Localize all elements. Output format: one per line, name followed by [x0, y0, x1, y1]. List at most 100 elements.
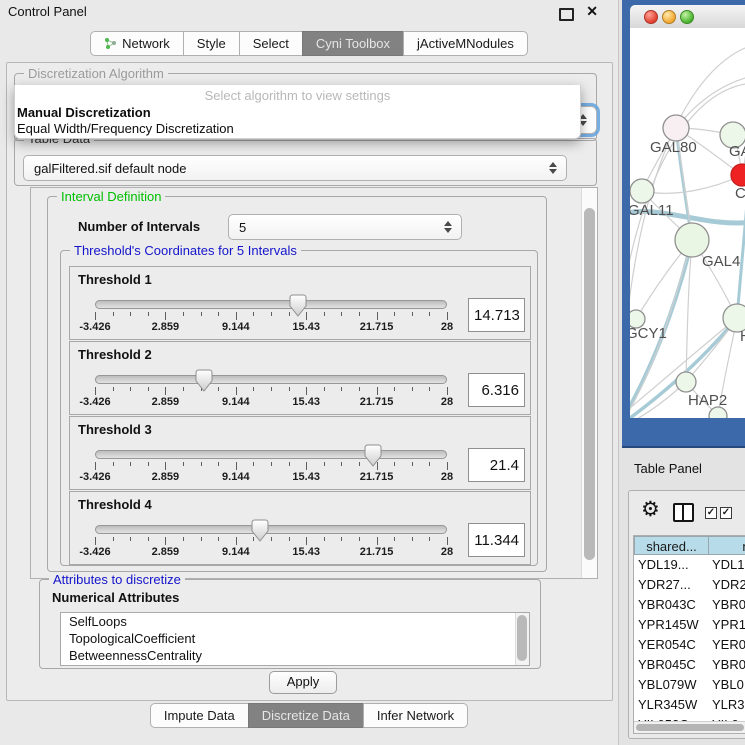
table-row[interactable]: YDR27...YDR2 — [634, 575, 745, 595]
tab-select[interactable]: Select — [239, 31, 303, 56]
threshold-slider[interactable]: -3.4262.8599.14415.4321.71528 — [95, 520, 447, 562]
slider-tick-labels: -3.4262.8599.14415.4321.71528 — [95, 471, 447, 483]
interval-definition-group: Interval Definition Number of Intervals … — [47, 196, 547, 572]
dropdown-option-equal-width-frequency[interactable]: Equal Width/Frequency Discretization — [15, 121, 582, 136]
threshold-slider[interactable]: -3.4262.8599.14415.4321.71528 — [95, 445, 447, 487]
close-icon[interactable]: ✕ — [586, 3, 598, 20]
table-cell: YPR145W — [634, 615, 708, 635]
slider-track[interactable] — [95, 375, 447, 384]
tab-network[interactable]: Network — [90, 31, 184, 56]
minimize-traffic-light-icon[interactable] — [662, 10, 676, 24]
slider-tick-labels: -3.4262.8599.14415.4321.71528 — [95, 546, 447, 558]
close-traffic-light-icon[interactable] — [644, 10, 658, 24]
table-data-group: Table Data galFiltered.sif default node — [14, 138, 597, 186]
tab-cyni-toolbox[interactable]: Cyni Toolbox — [302, 31, 404, 56]
node-label: GA — [729, 143, 745, 160]
group-title: Threshold's Coordinates for 5 Intervals — [70, 243, 301, 258]
network-node-gal80[interactable] — [663, 115, 689, 141]
threshold-value-field[interactable] — [468, 448, 525, 482]
slider-thumb[interactable] — [251, 519, 269, 542]
table-row[interactable]: YBR043CYBR0 — [634, 595, 745, 615]
network-canvas[interactable]: GAL80GACGAL11GAL4GCY1HHAP2 — [630, 28, 745, 418]
network-node-c[interactable] — [731, 164, 745, 186]
control-panel: Control Panel ✕ Network Style Select Cyn… — [0, 0, 619, 745]
network-node-gal4[interactable] — [675, 223, 709, 257]
table-cell: YLR345W — [634, 695, 708, 715]
network-node-gal11[interactable] — [630, 179, 654, 203]
list-vertical-scrollbar[interactable] — [515, 613, 529, 665]
node-label: H — [740, 328, 745, 345]
node-label: GAL80 — [650, 139, 697, 156]
tab-style[interactable]: Style — [183, 31, 240, 56]
network-svg: GAL80GACGAL11GAL4GCY1HHAP2 — [630, 28, 745, 418]
tab-discretize-data[interactable]: Discretize Data — [248, 703, 364, 728]
tab-jactivemnodules[interactable]: jActiveMNodules — [403, 31, 528, 56]
threshold-label: Threshold 3 — [78, 422, 152, 437]
scrollbar-thumb[interactable] — [636, 724, 744, 731]
table-cell: YBR045C — [634, 655, 708, 675]
group-title: Attributes to discretize — [49, 572, 185, 587]
attributes-to-discretize-group: Attributes to discretize Numerical Attri… — [39, 579, 541, 669]
slider-ticks — [95, 312, 447, 321]
threshold-value-field[interactable] — [468, 523, 525, 557]
float-window-icon[interactable] — [559, 8, 574, 21]
threshold-slider[interactable]: -3.4262.8599.14415.4321.71528 — [95, 370, 447, 412]
table-row[interactable]: YBR045CYBR0 — [634, 655, 745, 675]
threshold-slider[interactable]: -3.4262.8599.14415.4321.71528 — [95, 295, 447, 337]
network-icon — [104, 37, 117, 50]
scrollbar-thumb[interactable] — [517, 615, 527, 661]
zoom-traffic-light-icon[interactable] — [680, 10, 694, 24]
checked-box-icon[interactable]: ✓ — [720, 507, 732, 519]
number-of-intervals-combobox[interactable]: 5 — [228, 214, 462, 240]
table-row[interactable]: YER054CYER0 — [634, 635, 745, 655]
slider-track[interactable] — [95, 525, 447, 534]
list-item[interactable]: TopologicalCoefficient — [61, 630, 529, 647]
slider-thumb[interactable] — [195, 369, 213, 392]
column-header-shared-name[interactable]: shared... — [634, 536, 709, 555]
table-cell: YBL079W — [634, 675, 708, 695]
scrollbar-thumb[interactable] — [584, 208, 595, 560]
apply-button[interactable]: Apply — [269, 671, 337, 694]
combo-arrows-icon — [549, 161, 558, 175]
table-cell: YBR0 — [708, 595, 745, 615]
tab-label: Select — [253, 32, 289, 55]
slider-thumb[interactable] — [289, 294, 307, 317]
table-row[interactable]: YDL19...YDL1 — [634, 555, 745, 575]
network-node-hap2[interactable] — [676, 372, 696, 392]
threshold-value-field[interactable] — [468, 298, 525, 332]
tab-infer-network[interactable]: Infer Network — [363, 703, 468, 728]
table-cell: YBR0 — [708, 655, 745, 675]
network-window-titlebar[interactable] — [630, 5, 745, 29]
gear-icon[interactable]: ⚙ — [641, 499, 660, 520]
table-row[interactable]: YBL079WYBL0 — [634, 675, 745, 695]
list-item[interactable]: BetweennessCentrality — [61, 647, 529, 664]
attr-items-host: SelfLoopsTopologicalCoefficientBetweenne… — [61, 613, 529, 664]
threshold-panel: Threshold 4 -3.4262.8599.14415.4321.7152… — [69, 491, 531, 565]
slider-track[interactable] — [95, 300, 447, 309]
dropdown-option-manual-discretization[interactable]: Manual Discretization — [15, 105, 582, 120]
thresholds-coordinates-group: Threshold's Coordinates for 5 Intervals … — [60, 250, 538, 566]
tab-label: Network — [122, 32, 170, 55]
tab-impute-data[interactable]: Impute Data — [150, 703, 249, 728]
network-edge[interactable] — [642, 175, 742, 193]
threshold-value-field[interactable] — [468, 373, 525, 407]
threshold-panel: Threshold 1 -3.4262.8599.14415.4321.7152… — [69, 266, 531, 340]
list-item[interactable]: SelfLoops — [61, 613, 529, 630]
slider-track[interactable] — [95, 450, 447, 459]
slider-thumb[interactable] — [364, 444, 382, 467]
table-data-combobox[interactable]: galFiltered.sif default node — [23, 155, 567, 181]
table-row[interactable]: YPR145WYPR1 — [634, 615, 745, 635]
table-row[interactable]: YLR345WYLR3 — [634, 695, 745, 715]
vertical-scrollbar[interactable] — [581, 188, 597, 578]
table-cell: YDR27... — [634, 575, 708, 595]
tab-label: Infer Network — [377, 704, 454, 727]
numerical-attributes-list[interactable]: SelfLoopsTopologicalCoefficientBetweenne… — [60, 612, 530, 666]
network-view-window: GAL80GACGAL11GAL4GCY1HHAP2 — [622, 0, 745, 448]
cyni-toolbox-panel: Discretization Algorithm Table Data galF… — [6, 62, 613, 701]
horizontal-scrollbar[interactable] — [634, 721, 745, 733]
checked-box-icon[interactable]: ✓ — [705, 507, 717, 519]
column-header-name[interactable]: n — [709, 536, 745, 555]
group-title: Interval Definition — [57, 189, 165, 204]
split-columns-icon[interactable] — [673, 503, 694, 522]
combo-value: galFiltered.sif default node — [34, 161, 186, 176]
